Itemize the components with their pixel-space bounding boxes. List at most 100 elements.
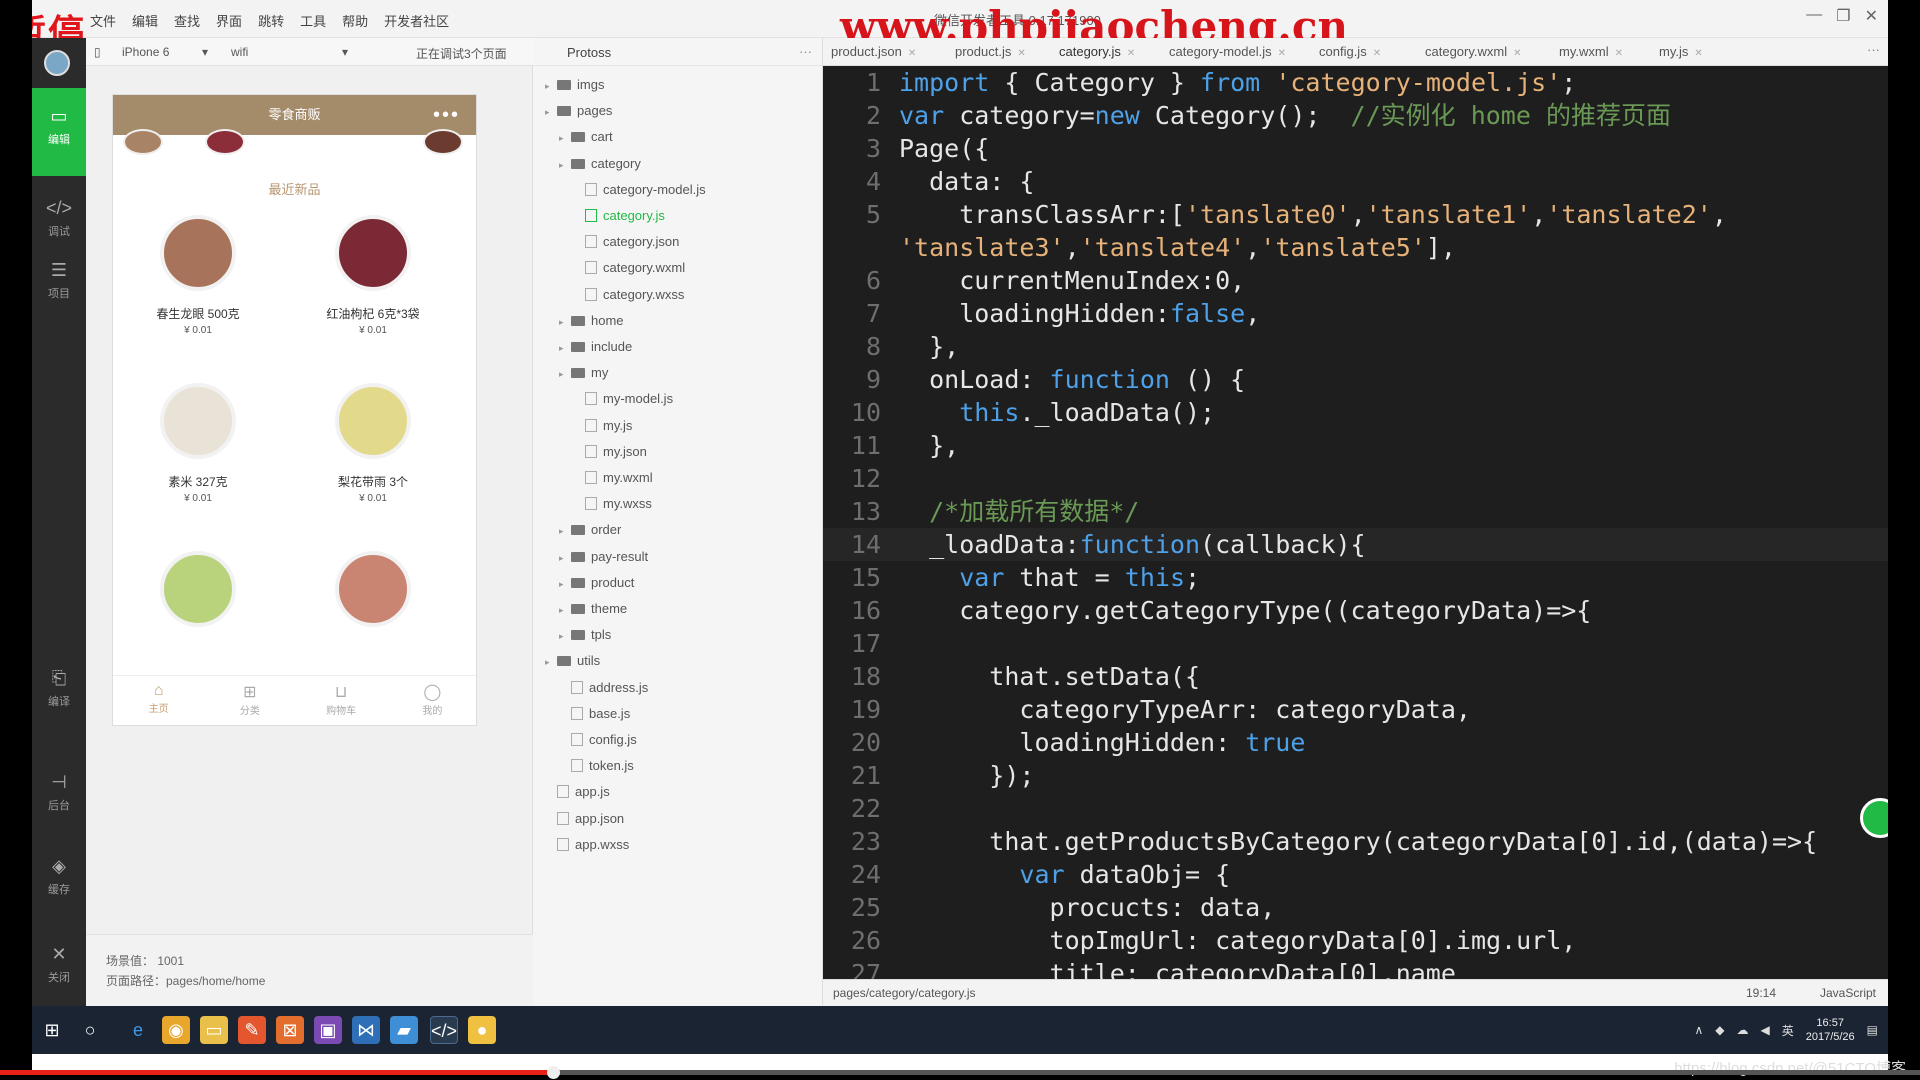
- tree-folder[interactable]: ▸ utils: [545, 650, 600, 672]
- tree-file[interactable]: my.js: [573, 415, 632, 437]
- tab-cart[interactable]: ⊔ 购物车: [296, 676, 387, 725]
- tree-folder[interactable]: ▸ include: [559, 336, 632, 358]
- app-icon[interactable]: ▣: [314, 1016, 342, 1044]
- tab-my[interactable]: ◯ 我的: [387, 676, 476, 725]
- menu-view[interactable]: 界面: [216, 11, 242, 30]
- clock[interactable]: 16:57 2017/5/26: [1806, 1016, 1855, 1044]
- tree-folder[interactable]: ▸ pages: [545, 100, 612, 122]
- editor-tab[interactable]: config.js ✕: [1319, 44, 1381, 59]
- app-icon[interactable]: ✎: [238, 1016, 266, 1044]
- tree-file[interactable]: my.json: [573, 441, 647, 463]
- tree-folder[interactable]: ▸ my: [559, 362, 608, 384]
- debug-status[interactable]: 正在调试3个页面: [416, 45, 507, 62]
- app-icon[interactable]: ▰: [390, 1016, 418, 1044]
- tree-file[interactable]: app.js: [545, 781, 610, 803]
- close-window-icon[interactable]: ✕: [1865, 6, 1878, 26]
- product-card[interactable]: [288, 551, 458, 641]
- editor-tab[interactable]: category.wxml ✕: [1425, 44, 1522, 59]
- close-tab-icon[interactable]: ✕: [1373, 48, 1381, 59]
- tree-file[interactable]: category.js: [573, 205, 665, 227]
- product-card[interactable]: [113, 551, 283, 641]
- editor-tab[interactable]: category.js ✕: [1059, 44, 1135, 59]
- product-card[interactable]: 红油枸杞 6克*3袋 ¥ 0.01: [288, 215, 458, 336]
- avatar[interactable]: [44, 50, 70, 76]
- tree-folder[interactable]: ▸ home: [559, 310, 624, 332]
- tree-file[interactable]: my.wxml: [573, 467, 653, 489]
- menu-edit[interactable]: 编辑: [132, 11, 158, 30]
- tree-file[interactable]: category-model.js: [573, 179, 706, 201]
- tree-file[interactable]: app.json: [545, 808, 624, 830]
- activity-project[interactable]: ☰ 项目: [32, 260, 86, 301]
- tree-folder[interactable]: ▸ imgs: [545, 74, 604, 96]
- tree-folder[interactable]: ▸ theme: [559, 598, 627, 620]
- activity-edit[interactable]: ▭ 编辑: [32, 88, 86, 176]
- folder-icon[interactable]: ▭: [200, 1016, 228, 1044]
- menu-community[interactable]: 开发者社区: [384, 11, 449, 30]
- tree-file[interactable]: base.js: [559, 703, 630, 725]
- maximize-icon[interactable]: ❐: [1836, 6, 1850, 26]
- tab-category[interactable]: ⊞ 分类: [204, 676, 295, 725]
- more-icon[interactable]: ···: [1867, 42, 1880, 57]
- editor-tab[interactable]: product.json ✕: [831, 44, 916, 59]
- cloud-icon[interactable]: ☁: [1736, 1023, 1748, 1037]
- editor-tab[interactable]: my.wxml ✕: [1559, 44, 1623, 59]
- tree-file[interactable]: config.js: [559, 729, 637, 751]
- menu-file[interactable]: 文件: [90, 11, 116, 30]
- thumb-image[interactable]: [423, 129, 463, 155]
- status-cursor-position[interactable]: 19:14: [1746, 986, 1776, 1000]
- tree-folder[interactable]: ▸ tpls: [559, 624, 611, 646]
- tree-file[interactable]: app.wxss: [545, 834, 629, 856]
- video-progress-knob[interactable]: [546, 1066, 560, 1079]
- network-select[interactable]: wifi: [231, 45, 248, 59]
- code-area[interactable]: 1 import { Category } from 'category-mode…: [823, 66, 1888, 979]
- vscode-icon[interactable]: ⋈: [352, 1016, 380, 1044]
- close-tab-icon[interactable]: ✕: [1017, 48, 1025, 59]
- tree-file[interactable]: category.wxml: [573, 257, 685, 279]
- activity-backend[interactable]: ⊣ 后台: [32, 772, 86, 813]
- menu-tools[interactable]: 工具: [300, 11, 326, 30]
- shield-icon[interactable]: ◆: [1715, 1023, 1724, 1037]
- close-tab-icon[interactable]: ✕: [1278, 48, 1286, 59]
- close-tab-icon[interactable]: ✕: [1615, 48, 1623, 59]
- product-card[interactable]: 春生龙眼 500克 ¥ 0.01: [113, 215, 283, 336]
- tree-file[interactable]: category.wxss: [573, 284, 684, 306]
- tree-file[interactable]: category.json: [573, 231, 679, 253]
- activity-close[interactable]: ✕ 关闭: [32, 944, 86, 985]
- product-card[interactable]: 梨花带雨 3个 ¥ 0.01: [288, 383, 458, 504]
- chrome-icon[interactable]: ◉: [162, 1016, 190, 1044]
- editor-tab[interactable]: my.js ✕: [1659, 44, 1703, 59]
- app-icon[interactable]: ●: [468, 1016, 496, 1044]
- menu-goto[interactable]: 跳转: [258, 11, 284, 30]
- ime-indicator[interactable]: 英: [1782, 1022, 1794, 1039]
- minimize-icon[interactable]: —: [1806, 6, 1822, 26]
- tree-folder[interactable]: ▸ category: [559, 153, 641, 175]
- editor-tab[interactable]: product.js ✕: [955, 44, 1026, 59]
- close-tab-icon[interactable]: ✕: [1513, 48, 1521, 59]
- tree-folder[interactable]: ▸ pay-result: [559, 546, 648, 568]
- tree-folder[interactable]: ▸ cart: [559, 126, 613, 148]
- edge-icon[interactable]: e: [124, 1016, 152, 1044]
- activity-debug[interactable]: </> 调试: [32, 198, 86, 239]
- close-tab-icon[interactable]: ✕: [1694, 48, 1702, 59]
- video-progress-bar[interactable]: [0, 1066, 1920, 1079]
- tree-file[interactable]: token.js: [559, 755, 634, 777]
- tree-file[interactable]: my.wxss: [573, 493, 652, 515]
- product-card[interactable]: 素米 327克 ¥ 0.01: [113, 383, 283, 504]
- volume-icon[interactable]: ◀: [1760, 1023, 1769, 1037]
- tree-folder[interactable]: ▸ product: [559, 572, 634, 594]
- close-tab-icon[interactable]: ✕: [908, 48, 916, 59]
- close-tab-icon[interactable]: ✕: [1127, 48, 1135, 59]
- device-select[interactable]: iPhone 6: [122, 45, 169, 59]
- tray-arrow-icon[interactable]: ∧: [1694, 1023, 1703, 1037]
- app-icon[interactable]: ⊠: [276, 1016, 304, 1044]
- editor-tab[interactable]: category-model.js ✕: [1169, 44, 1286, 59]
- activity-cache[interactable]: ◈ 缓存: [32, 856, 86, 897]
- menu-find[interactable]: 查找: [174, 11, 200, 30]
- tree-file[interactable]: address.js: [559, 677, 648, 699]
- more-icon[interactable]: ···: [799, 44, 812, 59]
- tab-home[interactable]: ⌂ 主页: [113, 676, 204, 725]
- search-icon[interactable]: ○: [76, 1016, 104, 1044]
- tree-file[interactable]: my-model.js: [573, 388, 673, 410]
- status-language[interactable]: JavaScript: [1820, 986, 1876, 1000]
- menu-help[interactable]: 帮助: [342, 11, 368, 30]
